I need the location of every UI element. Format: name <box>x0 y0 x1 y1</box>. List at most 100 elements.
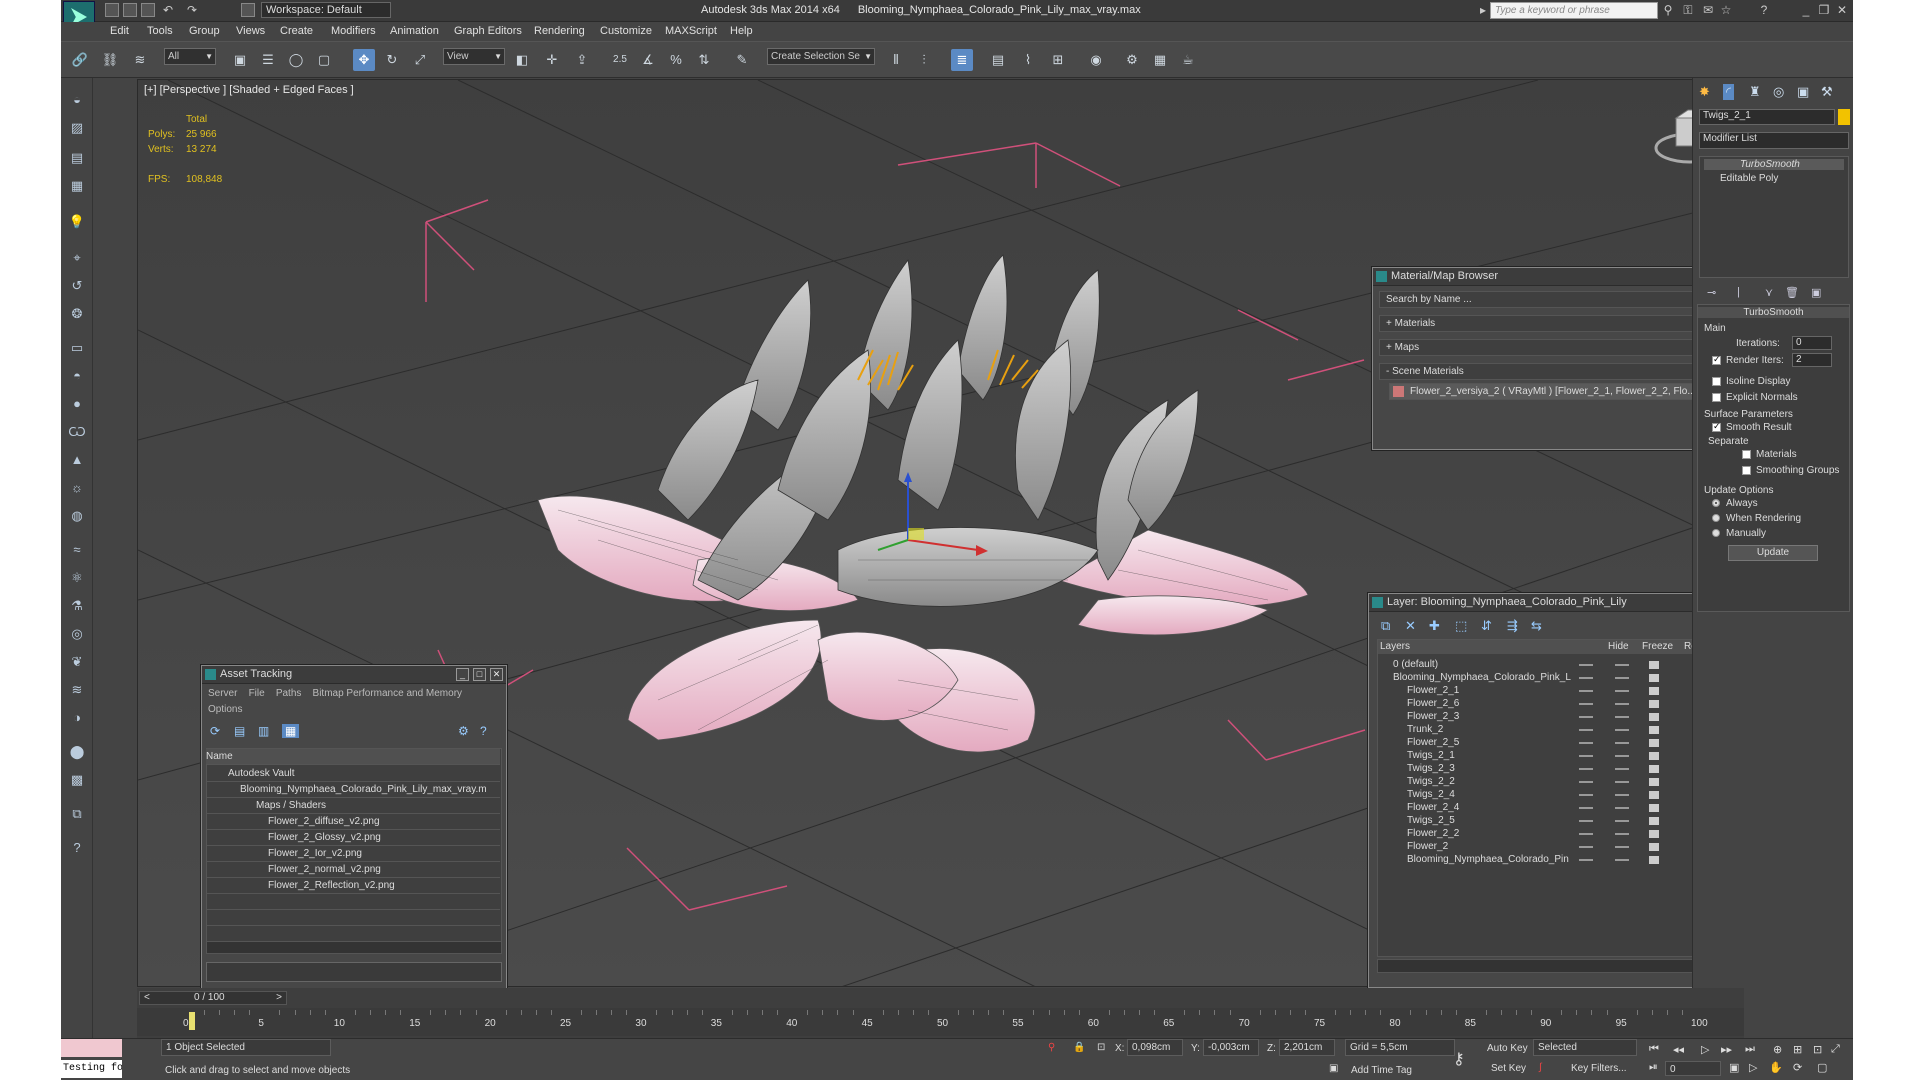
set-key-button[interactable]: Set Key <box>1491 1063 1526 1074</box>
maxscript-input[interactable]: Testing for ... <box>61 1060 122 1078</box>
render-toggle-icon[interactable] <box>1649 713 1659 721</box>
window-crossing-icon[interactable]: ▢ <box>313 49 335 71</box>
add-to-layer-icon[interactable]: ✚ <box>1429 618 1440 634</box>
freeze-toggle[interactable] <box>1615 755 1629 757</box>
modifier-list-dropdown[interactable]: Modifier List <box>1699 132 1849 149</box>
render-toggle-icon[interactable] <box>1649 804 1659 812</box>
reference-coordinate-dropdown[interactable]: View <box>443 48 505 65</box>
checker-icon[interactable]: ▩ <box>67 770 87 790</box>
time-marker[interactable] <box>189 1012 195 1030</box>
auto-key-button[interactable]: Auto Key <box>1487 1043 1528 1054</box>
binoculars-icon[interactable]: ⚲ <box>1661 3 1675 17</box>
layer-manager-title[interactable]: Layer: Blooming_Nymphaea_Colorado_Pink_L… <box>1369 594 1737 612</box>
hide-toggle[interactable] <box>1579 690 1593 692</box>
project-folder-icon[interactable] <box>241 3 255 17</box>
key-icon[interactable]: ⚿ <box>1681 3 1695 17</box>
teapot-icon[interactable]: ◒ <box>67 90 87 110</box>
absolute-transform-icon[interactable]: ⊡ <box>1097 1042 1105 1053</box>
asset-row[interactable]: Flower_2_Ior_v2.png <box>206 846 500 862</box>
object-name-field[interactable]: Twigs_2_1 <box>1699 109 1835 125</box>
minimize-icon[interactable]: _ <box>456 668 469 681</box>
isoline-display-checkbox[interactable] <box>1712 377 1721 386</box>
explicit-normals-checkbox[interactable] <box>1712 393 1721 402</box>
menu-views[interactable]: Views <box>236 25 265 37</box>
spinner-snap-icon[interactable]: ⇅ <box>693 49 715 71</box>
menu-customize[interactable]: Customize <box>600 25 652 37</box>
freeze-toggle[interactable] <box>1615 794 1629 796</box>
sphere-icon[interactable]: ● <box>67 394 87 414</box>
snaps-toggle-icon[interactable]: 2.5 <box>609 49 631 71</box>
plane-icon[interactable]: ▭ <box>67 338 87 358</box>
y-coordinate-field[interactable]: -0,003cm <box>1203 1039 1259 1056</box>
create-layer-icon[interactable]: ⧉ <box>1381 618 1390 634</box>
add-time-tag[interactable]: Add Time Tag <box>1351 1065 1412 1076</box>
maps-group[interactable]: + Maps <box>1379 339 1725 356</box>
link-icon[interactable]: 🔗 <box>69 49 91 71</box>
hair-fur-icon[interactable]: ≋ <box>67 680 87 700</box>
selection-filter-dropdown[interactable]: All <box>164 48 216 65</box>
layer-horizontal-scrollbar[interactable] <box>1377 959 1723 973</box>
table-icon[interactable]: ▥ <box>258 724 269 738</box>
z-coordinate-field[interactable]: 2,201cm <box>1279 1039 1335 1056</box>
set-key-mode-icon[interactable]: ⚷ <box>1453 1049 1465 1069</box>
separate-materials-checkbox[interactable] <box>1742 450 1751 459</box>
render-iters-spinner[interactable]: 2 <box>1792 353 1832 367</box>
menu-edit[interactable]: Edit <box>110 25 129 37</box>
next-key-icon[interactable]: ▸▸ <box>1721 1043 1732 1056</box>
angle-snap-icon[interactable]: ∡ <box>637 49 659 71</box>
layer-manager-icon[interactable]: ≣ <box>951 49 973 71</box>
help-icon[interactable]: ? <box>67 838 87 858</box>
viewport-label[interactable]: [+] [Perspective ] [Shaded + Edged Faces… <box>144 84 354 96</box>
render-toggle-icon[interactable] <box>1649 843 1659 851</box>
freeze-toggle[interactable] <box>1615 768 1629 770</box>
named-selection-set-dropdown[interactable]: Create Selection Se <box>767 48 875 65</box>
favorites-star-icon[interactable]: ☆ <box>1719 3 1733 17</box>
particles-icon[interactable]: ❂ <box>67 304 87 324</box>
percent-snap-icon[interactable]: % <box>665 49 687 71</box>
update-when-rendering-radio[interactable] <box>1712 514 1720 522</box>
smooth-result-checkbox[interactable] <box>1712 421 1721 432</box>
menu-maxscript[interactable]: MAXScript <box>665 25 717 37</box>
asset-row[interactable]: Autodesk Vault <box>206 766 500 782</box>
hide-toggle[interactable] <box>1579 664 1593 666</box>
rendered-frame-window-icon[interactable]: ▦ <box>1149 49 1171 71</box>
update-manually-radio[interactable] <box>1712 529 1720 537</box>
orbit-icon[interactable]: ⟳ <box>1793 1061 1802 1074</box>
render-toggle-icon[interactable] <box>1649 739 1659 747</box>
graphite-tools-icon[interactable]: ▤ <box>987 49 1009 71</box>
remove-modifier-icon[interactable]: 🗑 <box>1785 286 1799 299</box>
render-toggle-icon[interactable] <box>1649 752 1659 760</box>
render-toggle-icon[interactable] <box>1649 765 1659 773</box>
scene-materials-group[interactable]: - Scene Materials <box>1379 363 1725 380</box>
time-tag-icon[interactable]: ▣ <box>1329 1063 1338 1074</box>
menu-create[interactable]: Create <box>280 25 313 37</box>
rotate-view-icon[interactable]: ↺ <box>67 276 87 296</box>
prev-frame-icon[interactable]: < <box>144 992 150 1004</box>
camera-icon[interactable]: ⌖ <box>67 248 87 268</box>
zoom-extents-icon[interactable]: ⊡ <box>1813 1043 1822 1056</box>
cone-icon[interactable]: ▲ <box>67 450 87 470</box>
light-icon[interactable]: 💡 <box>67 212 87 232</box>
image-icon[interactable]: ▨ <box>67 118 87 138</box>
asset-row[interactable]: Flower_2_Glossy_v2.png <box>206 830 500 846</box>
asset-row[interactable]: Blooming_Nymphaea_Colorado_Pink_Lily_max… <box>206 782 500 798</box>
lock-selection-icon[interactable]: 🔒 <box>1073 1042 1085 1053</box>
select-and-move-icon[interactable]: ✥ <box>353 49 375 71</box>
hide-toggle[interactable] <box>1579 833 1593 835</box>
highlight-layer-icon[interactable]: ⇵ <box>1481 618 1492 634</box>
material-browser-title[interactable]: Material/Map Browser <box>1373 268 1737 286</box>
maximize-viewport-icon[interactable]: ⤢ <box>1831 1043 1840 1056</box>
go-to-end-icon[interactable]: ⏭ <box>1745 1043 1755 1056</box>
select-object-icon[interactable]: ▣ <box>229 49 251 71</box>
hair-icon[interactable]: Ѡ <box>67 422 87 442</box>
render-toggle-icon[interactable] <box>1649 830 1659 838</box>
stack-turbosmooth[interactable]: TurboSmooth <box>1704 159 1844 170</box>
material-editor-icon[interactable]: ◉ <box>1085 49 1107 71</box>
hide-toggle[interactable] <box>1579 781 1593 783</box>
redo-icon[interactable]: ↷ <box>185 3 199 17</box>
hide-toggle[interactable] <box>1579 755 1593 757</box>
zoom-icon[interactable]: ⊕ <box>1773 1043 1782 1056</box>
flask-icon[interactable]: ⚗ <box>67 596 87 616</box>
align-icon[interactable]: ⫶ <box>913 49 935 71</box>
key-selection-dropdown[interactable]: Selected <box>1533 1039 1637 1056</box>
